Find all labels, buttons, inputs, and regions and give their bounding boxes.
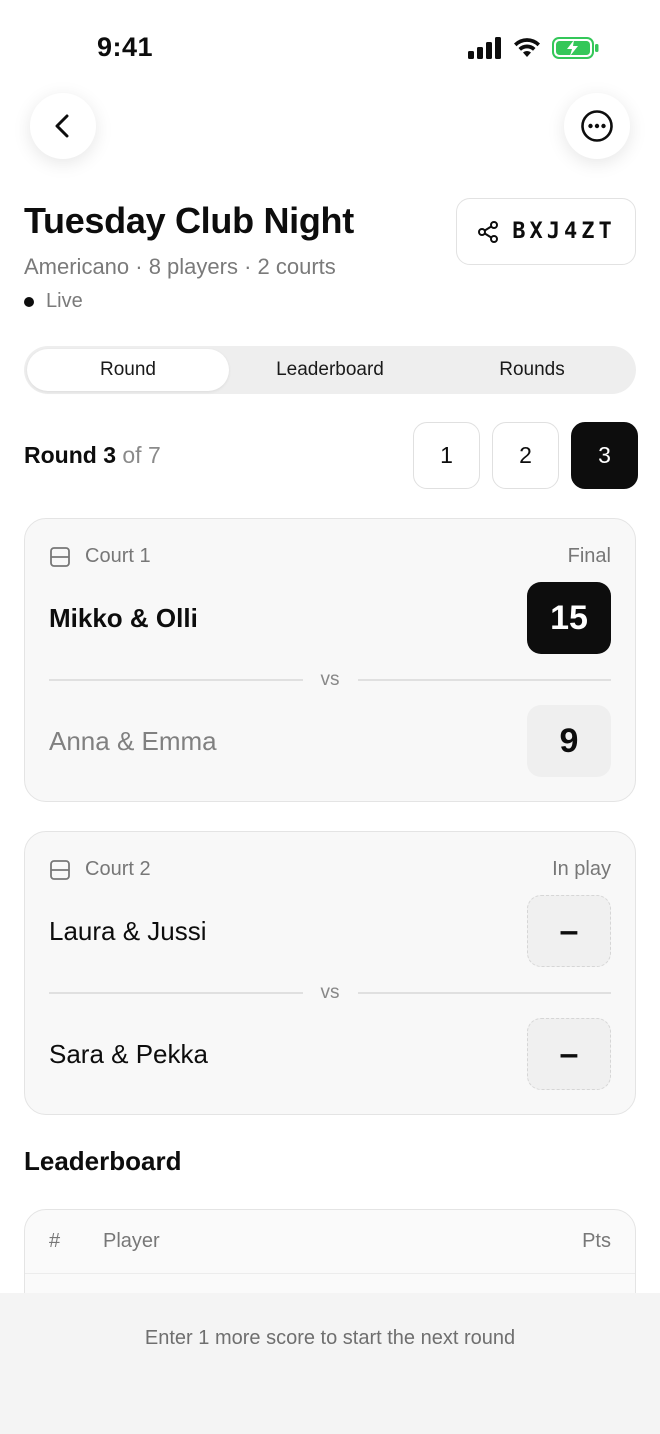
next-round-hint: Enter 1 more score to start the next rou… [144,1327,516,1349]
status-bar: 9:41 [0,0,660,96]
tab-leaderboard[interactable]: Leaderboard [229,349,431,391]
share-icon [478,220,499,243]
team-b-name: Anna & Emma [49,726,217,756]
court-card-1: Court 1 Final Mikko & Olli 15 vs Anna & … [24,518,636,802]
tab-rounds[interactable]: Rounds [431,349,633,391]
back-icon [55,114,69,138]
round-pill-2[interactable]: 2 [492,422,559,489]
round-pill-3[interactable]: 3 [571,422,638,489]
column-points: Pts [582,1230,611,1252]
back-button[interactable] [30,93,96,159]
vs-label: vs [320,669,340,690]
court-status: Final [567,545,611,567]
view-tabs: Round Leaderboard Rounds [24,346,636,394]
round-total: of 7 [122,442,161,468]
session-code: BXJ4ZT [512,219,616,244]
column-rank: # [49,1230,61,1252]
column-player: Player [103,1230,160,1252]
live-label: Live [46,290,83,312]
leaderboard-header: # Player Pts [25,1210,635,1274]
tab-round[interactable]: Round [27,349,229,391]
court-header: Court 1 [49,545,151,568]
team-b-score[interactable]: 9 [527,705,611,777]
live-dot [24,296,34,307]
court-icon [50,859,70,880]
vs-divider: vs [49,669,611,691]
court-status: In play [552,858,611,880]
more-icon [581,110,613,142]
round-label: Round 3 of 7 [24,442,161,469]
team-b-score-input[interactable]: – [527,1018,611,1090]
page-title: Tuesday Club Night [24,200,354,241]
team-b-name: Sara & Pekka [49,1039,208,1069]
team-a-name: Mikko & Olli [49,603,198,633]
leaderboard-title: Leaderboard [24,1146,182,1176]
team-a-score[interactable]: 15 [527,582,611,654]
court-name: Court 1 [85,545,151,567]
round-current: Round 3 [24,442,116,468]
round-pills: 1 2 3 [413,422,638,489]
court-header: Court 2 [49,858,151,881]
divider-line [49,679,303,681]
team-a-name: Laura & Jussi [49,916,207,946]
share-code-button[interactable]: BXJ4ZT [456,198,636,265]
wifi-icon [514,38,540,57]
vs-divider: vs [49,982,611,1004]
team-a-score-input[interactable]: – [527,895,611,967]
battery-icon [552,37,599,59]
divider-line [357,992,611,994]
bottom-action-bar: Enter 1 more score to start the next rou… [0,1293,660,1434]
court-name: Court 2 [85,858,151,880]
round-pill-1[interactable]: 1 [413,422,480,489]
session-subtitle: Americano · 8 players · 2 courts [24,254,336,279]
vs-label: vs [320,982,340,1003]
live-indicator: Live [24,290,83,313]
status-icons [468,36,600,60]
divider-line [49,992,303,994]
court-card-2: Court 2 In play Laura & Jussi – vs Sara … [24,831,636,1115]
divider-line [357,679,611,681]
signal-icon [468,37,501,59]
more-options-button[interactable] [564,93,630,159]
status-time: 9:41 [97,32,154,62]
court-icon [50,546,70,567]
